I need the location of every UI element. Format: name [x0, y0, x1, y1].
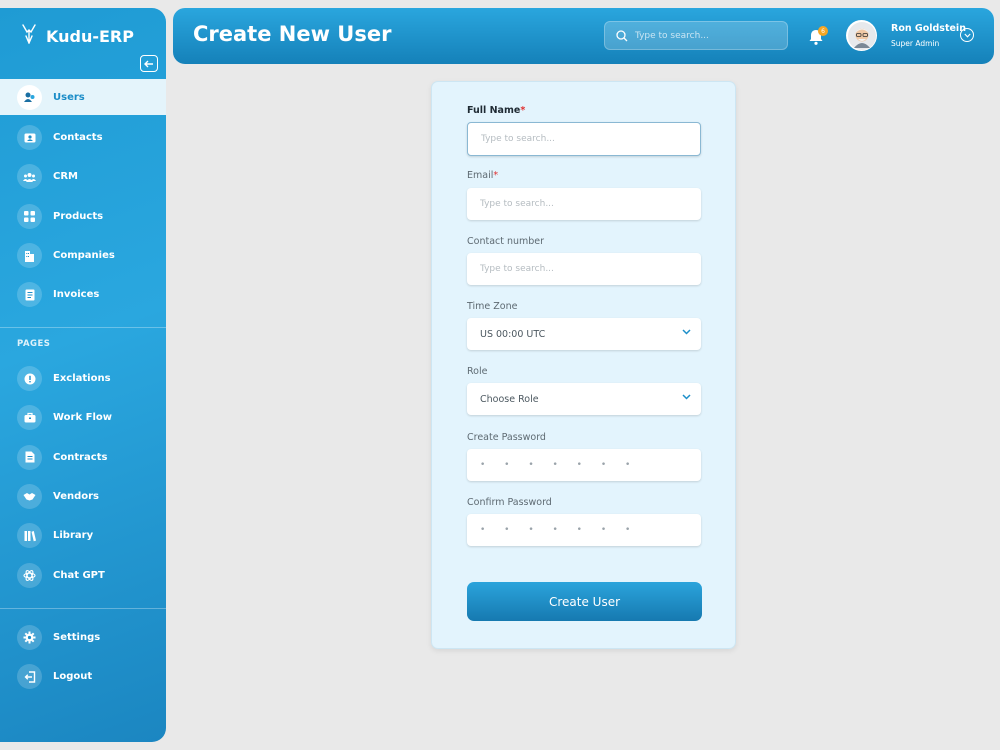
- timezone-label: Time Zone: [467, 301, 518, 312]
- arrow-left-icon: [144, 60, 153, 67]
- handshake-icon: [17, 484, 42, 510]
- search-icon: [616, 29, 628, 41]
- sidebar-item-crm[interactable]: CRM: [0, 157, 166, 196]
- sidebar-item-users[interactable]: Users: [0, 79, 166, 115]
- sidebar-item-logout[interactable]: Logout: [0, 657, 166, 696]
- email-label: Email*: [467, 170, 499, 181]
- sidebar-divider: [0, 608, 166, 609]
- sidebar-item-work-flow[interactable]: Work Flow: [0, 398, 166, 437]
- sidebar-item-contacts[interactable]: Contacts: [0, 118, 166, 157]
- sidebar-item-label: Settings: [53, 632, 101, 644]
- create-user-form: Full Name* Email* Contact number Time Zo…: [431, 81, 736, 649]
- sidebar-item-label: Products: [53, 210, 104, 222]
- sidebar-item-label: Companies: [53, 250, 115, 262]
- invoice-icon: [17, 282, 42, 308]
- sidebar-item-label: Users: [53, 91, 85, 103]
- role-label: Role: [467, 366, 488, 377]
- chevron-down-icon: [682, 329, 691, 335]
- sidebar: Kudu-ERP Users Contacts CRM Products Com…: [0, 8, 166, 742]
- sidebar-divider: [0, 327, 166, 328]
- sidebar-item-label: CRM: [53, 171, 78, 183]
- logout-icon: [17, 664, 42, 690]
- chevron-down-icon: [682, 394, 691, 400]
- full-name-field[interactable]: [467, 122, 701, 156]
- sidebar-item-label: Library: [53, 530, 94, 542]
- timezone-value: US 00:00 UTC: [480, 328, 546, 340]
- gear-icon: [17, 625, 42, 651]
- contact-number-field[interactable]: [467, 253, 701, 285]
- sidebar-item-label: Chat GPT: [53, 569, 105, 581]
- sidebar-item-contracts[interactable]: Contracts: [0, 438, 166, 477]
- email-input[interactable]: [480, 199, 680, 209]
- alert-icon: [17, 366, 42, 392]
- sidebar-item-label: Invoices: [53, 289, 100, 301]
- confirm-password-value: • • • • • • •: [480, 525, 639, 535]
- create-password-field[interactable]: • • • • • • •: [467, 449, 701, 481]
- full-name-label: Full Name*: [467, 105, 526, 116]
- sidebar-item-vendors[interactable]: Vendors: [0, 477, 166, 516]
- grid-icon: [17, 203, 42, 229]
- user-menu-button[interactable]: [960, 28, 974, 42]
- sidebar-item-label: Logout: [53, 671, 93, 683]
- collapse-sidebar-button[interactable]: [140, 55, 158, 72]
- sidebar-item-invoices[interactable]: Invoices: [0, 275, 166, 314]
- page-title: Create New User: [193, 22, 392, 46]
- role-value: Choose Role: [480, 393, 539, 405]
- user-role: Super Admin: [891, 39, 940, 48]
- email-field[interactable]: [467, 188, 701, 220]
- contact-number-input[interactable]: [480, 264, 680, 274]
- books-icon: [17, 523, 42, 549]
- top-header: Create New User 6 Ron Goldstein Super Ad…: [173, 8, 994, 64]
- users-icon: [17, 84, 42, 110]
- confirm-password-label: Confirm Password: [467, 497, 552, 508]
- sidebar-item-exclations[interactable]: Exclations: [0, 359, 166, 398]
- pages-section-label: PAGES: [17, 339, 51, 349]
- contact-card-icon: [17, 125, 42, 151]
- role-select[interactable]: Choose Role: [467, 383, 701, 415]
- create-password-value: • • • • • • •: [480, 460, 639, 470]
- brand-name: Kudu-ERP: [46, 26, 134, 46]
- brand[interactable]: Kudu-ERP: [20, 24, 134, 48]
- sidebar-item-label: Vendors: [53, 491, 100, 503]
- user-avatar-icon: [847, 21, 876, 50]
- sidebar-item-chat-gpt[interactable]: Chat GPT: [0, 555, 166, 594]
- create-password-label: Create Password: [467, 432, 546, 443]
- chevron-down-icon: [963, 33, 971, 38]
- sidebar-item-label: Work Flow: [53, 412, 112, 424]
- group-icon: [17, 164, 42, 190]
- sidebar-item-label: Contracts: [53, 451, 108, 463]
- sidebar-item-label: Contacts: [53, 132, 103, 144]
- briefcase-icon: [17, 405, 42, 431]
- create-user-button[interactable]: Create User: [467, 582, 702, 621]
- full-name-input[interactable]: [481, 134, 681, 144]
- building-icon: [17, 243, 42, 269]
- pages-nav: Exclations Work Flow Contracts Vendors L…: [0, 359, 166, 595]
- sidebar-item-library[interactable]: Library: [0, 516, 166, 555]
- openai-icon: [17, 562, 42, 588]
- search-box[interactable]: [604, 21, 788, 50]
- kudu-logo-icon: [20, 24, 38, 48]
- avatar[interactable]: [846, 20, 877, 51]
- sidebar-item-companies[interactable]: Companies: [0, 236, 166, 275]
- sidebar-item-settings[interactable]: Settings: [0, 618, 166, 657]
- sidebar-item-products[interactable]: Products: [0, 197, 166, 236]
- user-name: Ron Goldstein: [891, 23, 966, 34]
- contact-number-label: Contact number: [467, 236, 545, 247]
- notification-badge: 6: [818, 26, 828, 36]
- document-icon: [17, 444, 42, 470]
- sidebar-item-label: Exclations: [53, 373, 111, 385]
- bottom-nav: Settings Logout: [0, 618, 166, 697]
- main-nav: Users Contacts CRM Products Companies In…: [0, 79, 166, 314]
- search-input[interactable]: [635, 30, 775, 41]
- timezone-select[interactable]: US 00:00 UTC: [467, 318, 701, 350]
- confirm-password-field[interactable]: • • • • • • •: [467, 514, 701, 546]
